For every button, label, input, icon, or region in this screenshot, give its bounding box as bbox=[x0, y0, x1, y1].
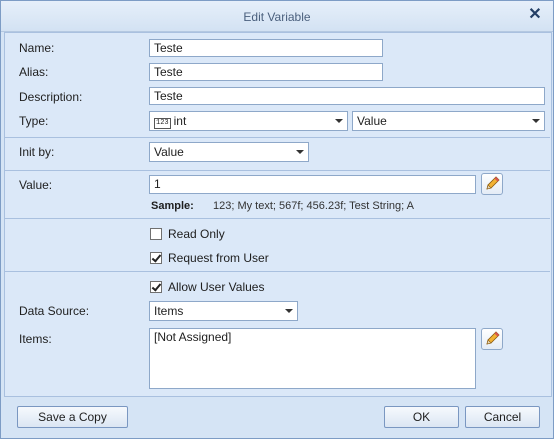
edit-items-button[interactable] bbox=[481, 328, 503, 350]
init-by-select-value: Value bbox=[154, 145, 184, 159]
ok-button[interactable]: OK bbox=[384, 406, 459, 428]
init-by-label: Init by: bbox=[19, 145, 55, 159]
items-field[interactable]: [Not Assigned] bbox=[149, 328, 476, 389]
chevron-down-icon bbox=[285, 309, 293, 313]
chevron-down-icon bbox=[296, 150, 304, 154]
type-select-value: int bbox=[173, 114, 187, 128]
edit-variable-dialog: Edit Variable ✕ Name: Teste Alias: Teste… bbox=[0, 0, 554, 439]
request-from-user-label: Request from User bbox=[168, 251, 269, 265]
alias-label: Alias: bbox=[19, 65, 49, 79]
data-source-label: Data Source: bbox=[19, 304, 90, 318]
type-label: Type: bbox=[19, 114, 49, 128]
separator bbox=[4, 170, 550, 171]
value-label: Value: bbox=[19, 178, 53, 192]
read-only-label: Read Only bbox=[168, 227, 225, 241]
items-label: Items: bbox=[19, 332, 52, 346]
name-label: Name: bbox=[19, 41, 55, 55]
chevron-down-icon bbox=[532, 119, 540, 123]
cancel-button[interactable]: Cancel bbox=[465, 406, 540, 428]
pencil-icon bbox=[486, 176, 500, 190]
dialog-title: Edit Variable bbox=[243, 10, 311, 24]
save-a-copy-button[interactable]: Save a Copy bbox=[17, 406, 128, 428]
allow-user-values-checkbox[interactable] bbox=[150, 281, 162, 293]
int-type-icon: 123 bbox=[154, 118, 171, 129]
data-source-select-value: Items bbox=[154, 304, 184, 318]
type-select[interactable]: 123 int bbox=[149, 111, 348, 131]
description-label: Description: bbox=[19, 90, 83, 104]
value-field[interactable]: 1 bbox=[149, 175, 476, 194]
init-by-select[interactable]: Value bbox=[149, 142, 309, 162]
sample-label: Sample: bbox=[151, 200, 194, 212]
data-source-select[interactable]: Items bbox=[149, 301, 298, 321]
type-kind-select[interactable]: Value bbox=[352, 111, 545, 131]
alias-field[interactable]: Teste bbox=[149, 63, 383, 81]
allow-user-values-label: Allow User Values bbox=[168, 280, 265, 294]
separator bbox=[4, 218, 550, 219]
chevron-down-icon bbox=[335, 119, 343, 123]
edit-value-button[interactable] bbox=[481, 173, 503, 195]
separator bbox=[4, 271, 550, 272]
sample-text: 123; My text; 567f; 456.23f; Test String… bbox=[213, 200, 414, 212]
separator bbox=[4, 137, 550, 138]
read-only-checkbox[interactable] bbox=[150, 228, 162, 240]
pencil-icon bbox=[486, 331, 500, 345]
description-field[interactable]: Teste bbox=[149, 87, 545, 105]
close-icon[interactable]: ✕ bbox=[527, 7, 543, 23]
title-bar: Edit Variable ✕ bbox=[1, 1, 553, 32]
name-field[interactable]: Teste bbox=[149, 39, 383, 57]
request-from-user-checkbox[interactable] bbox=[150, 252, 162, 264]
type-kind-select-value: Value bbox=[357, 114, 387, 128]
